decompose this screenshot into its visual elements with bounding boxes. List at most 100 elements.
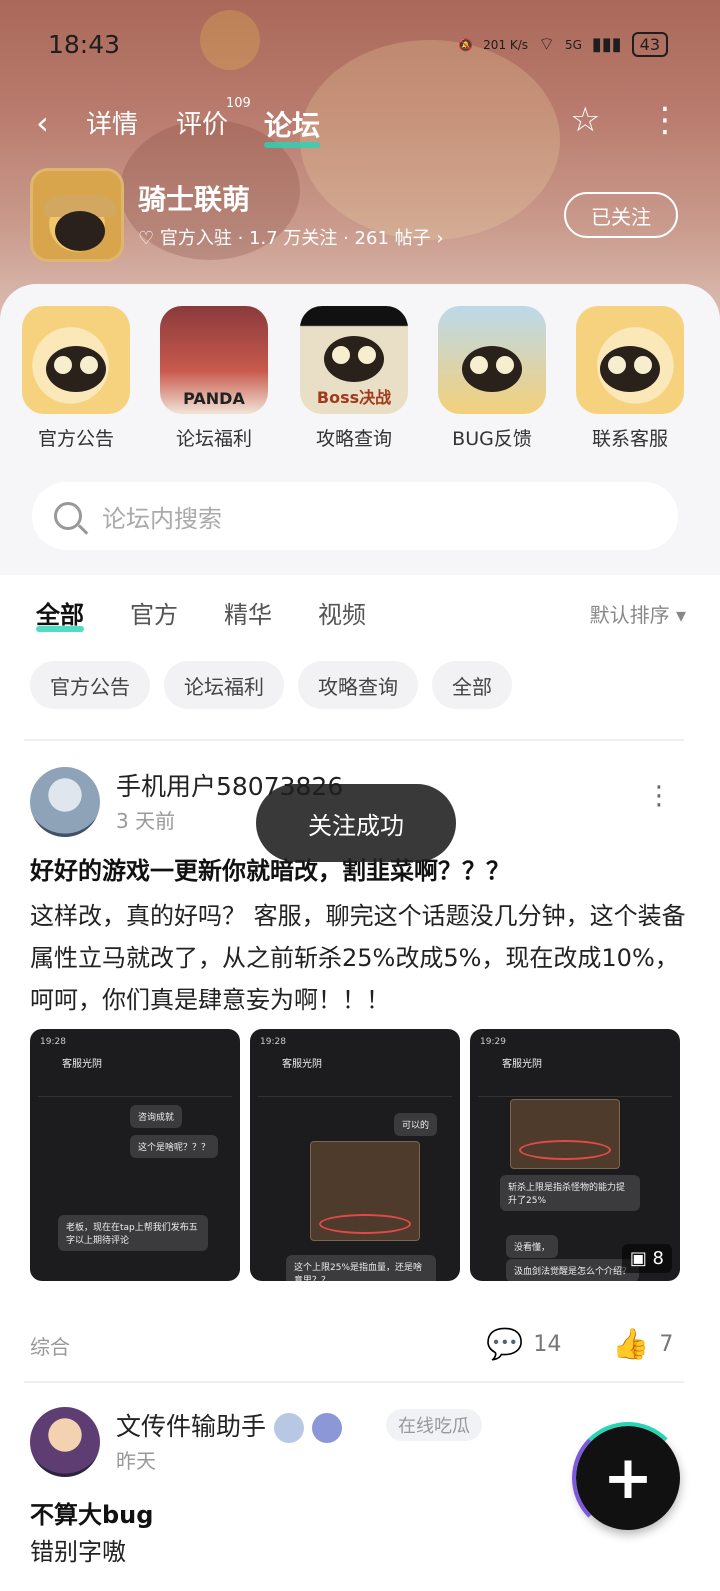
- thumb-time: 19:28: [40, 1037, 66, 1047]
- top-nav: ‹ 详情 评价 109 论坛 ☆ ⋮: [0, 96, 720, 148]
- forum-logo: [30, 168, 124, 262]
- search-icon: [54, 502, 82, 530]
- post-category[interactable]: 综合: [30, 1331, 70, 1360]
- thumb-title: 客服光阴: [502, 1059, 542, 1070]
- chat-bubble: 这个上限25%是指血量，还是啥意思？？: [286, 1255, 436, 1281]
- post-title: 好好的游戏一更新你就暗改，割韭菜啊？？？: [30, 857, 510, 885]
- user-tag: 在线吃瓜: [386, 1409, 482, 1441]
- image-icon: ▣: [629, 1248, 653, 1269]
- post-time: 昨天: [116, 1449, 156, 1473]
- chevron-right-icon: ›: [430, 228, 444, 249]
- more-menu-icon[interactable]: ⋮: [648, 100, 682, 140]
- category-chips: 官方公告 论坛福利 攻略查询 全部: [30, 661, 512, 709]
- user-badge-icon: [274, 1413, 305, 1443]
- followed-button[interactable]: 已关注: [564, 192, 678, 238]
- forum-stats[interactable]: ♡ 官方入驻 · 1.7 万关注 · 261 帖子 ›: [138, 224, 444, 250]
- chat-bubble: 这个是啥呢？？？: [130, 1135, 219, 1158]
- tab-featured[interactable]: 精华: [224, 595, 272, 630]
- comment-count: 14: [533, 1332, 562, 1357]
- status-time: 18:43: [48, 30, 121, 59]
- chat-bubble: 可以的: [394, 1113, 438, 1136]
- thumb-title: 客服光阴: [62, 1059, 102, 1070]
- network-type: 5G: [564, 37, 582, 52]
- post-image[interactable]: 19:28 客服光阴 咨询成就 这个是啥呢？？？ 老板，现在在tap上帮我们发布…: [30, 1029, 240, 1281]
- chat-bubble: 汲血剑法觉醒是怎么个介绍？: [506, 1259, 640, 1281]
- tab-forum[interactable]: 论坛: [264, 104, 321, 148]
- announcement-icon: [22, 306, 130, 414]
- quick-entry-label: 论坛福利: [175, 428, 252, 450]
- feed-tabs: 全部 官方 精华 视频: [36, 595, 366, 632]
- wifi-icon: ⌔: [538, 34, 555, 55]
- chip-guide[interactable]: 攻略查询: [298, 661, 418, 709]
- post-username-text: 文传件输助手: [116, 1412, 267, 1441]
- forum-search-bar[interactable]: 论坛内搜索: [32, 482, 678, 550]
- quick-entry-label: 联系客服: [591, 428, 668, 450]
- back-icon[interactable]: ‹: [36, 104, 49, 142]
- forum-stats-text: 官方入驻 · 1.7 万关注 · 261 帖子: [159, 228, 431, 249]
- tab-all[interactable]: 全部: [36, 595, 84, 632]
- quick-entry-welfare[interactable]: PANDA 论坛福利: [156, 306, 272, 451]
- tab-reviews[interactable]: 评价: [176, 104, 228, 141]
- divider: [24, 739, 684, 741]
- avatar[interactable]: [30, 1407, 100, 1477]
- more-images-count[interactable]: ▣ 8: [621, 1244, 672, 1273]
- forum-info: 骑士联萌 ♡ 官方入驻 · 1.7 万关注 · 261 帖子 › 已关注: [30, 168, 690, 264]
- icon-text: Boss决战: [316, 388, 392, 407]
- battery-indicator: 43: [631, 32, 668, 57]
- quick-entry-label: BUG反馈: [452, 428, 532, 450]
- quick-entry-support[interactable]: 联系客服: [572, 306, 688, 451]
- chip-all[interactable]: 全部: [432, 661, 512, 709]
- review-count-badge: 109: [226, 96, 251, 111]
- quick-entry-guide[interactable]: Boss决战 攻略查询: [296, 306, 412, 451]
- chip-welfare[interactable]: 论坛福利: [164, 661, 284, 709]
- tab-details[interactable]: 详情: [86, 104, 138, 141]
- new-post-button[interactable]: +: [572, 1422, 684, 1534]
- thumbs-up-icon: 👍: [612, 1327, 650, 1362]
- post-more-icon[interactable]: ⋮: [646, 781, 672, 811]
- post-image[interactable]: 19:28 客服光阴 可以的 这个上限25%是指血量，还是啥意思？？: [250, 1029, 460, 1281]
- chat-bubble: 咨询成就: [130, 1105, 183, 1128]
- post-images: 19:28 客服光阴 咨询成就 这个是啥呢？？？ 老板，现在在tap上帮我们发布…: [30, 1029, 680, 1281]
- comment-icon: 💬: [486, 1327, 524, 1362]
- equipment-card: [310, 1141, 420, 1241]
- favorite-star-icon[interactable]: ☆: [570, 100, 600, 140]
- divider: [24, 1381, 684, 1383]
- status-bar: 18:43 🔕 201 K/s ⌔ 5G ▮▮▮ 43: [0, 26, 720, 66]
- comment-button[interactable]: 💬 14: [486, 1327, 561, 1362]
- quick-entry-label: 官方公告: [37, 428, 114, 450]
- like-count: 7: [659, 1332, 674, 1357]
- toast-message: 关注成功: [256, 784, 456, 862]
- more-images-number: 8: [652, 1248, 664, 1269]
- thumb-title: 客服光阴: [282, 1059, 322, 1070]
- gamepad-badge-icon: [312, 1413, 343, 1443]
- verified-heart-icon: ♡: [138, 228, 160, 249]
- status-icons: 🔕 201 K/s ⌔ 5G ▮▮▮ 43: [458, 32, 668, 57]
- sort-dropdown[interactable]: 默认排序 ▾: [590, 599, 686, 628]
- mute-icon: 🔕: [458, 37, 474, 52]
- forum-name: 骑士联萌: [138, 183, 251, 216]
- like-button[interactable]: 👍 7: [612, 1327, 673, 1362]
- post-body: 错别字嗷: [30, 1538, 126, 1566]
- support-icon: [576, 306, 684, 414]
- post-username[interactable]: 文传件输助手: [116, 1407, 343, 1443]
- equipment-card: [510, 1099, 620, 1169]
- post-title: 不算大bug: [30, 1501, 154, 1529]
- chip-announcement[interactable]: 官方公告: [30, 661, 150, 709]
- thumb-time: 19:28: [260, 1037, 286, 1047]
- guide-icon: Boss决战: [300, 306, 408, 414]
- quick-entry-label: 攻略查询: [315, 428, 392, 450]
- quick-entry-announcement[interactable]: 官方公告: [18, 306, 134, 451]
- tab-official[interactable]: 官方: [130, 595, 178, 630]
- quick-entry-bug[interactable]: BUG反馈: [434, 306, 550, 451]
- welfare-icon: PANDA: [160, 306, 268, 414]
- post-time: 3 天前: [116, 809, 176, 833]
- chat-bubble: 斩杀上限是指杀怪物的能力提升了25%: [500, 1175, 640, 1211]
- tab-video[interactable]: 视频: [318, 595, 366, 630]
- plus-icon: +: [602, 1443, 654, 1513]
- avatar[interactable]: [30, 767, 100, 837]
- thumb-time: 19:29: [480, 1037, 506, 1047]
- post-image[interactable]: 19:29 客服光阴 斩杀上限是指杀怪物的能力提升了25% 没看懂， 汲血剑法觉…: [470, 1029, 680, 1281]
- chat-bubble: 老板，现在在tap上帮我们发布五字以上期待评论: [58, 1215, 208, 1251]
- chat-bubble: 没看懂，: [506, 1235, 559, 1258]
- post-body: 这样改，真的好吗？ 客服，聊完这个话题没几分钟，这个装备属性立马就改了，从之前斩…: [30, 902, 686, 1014]
